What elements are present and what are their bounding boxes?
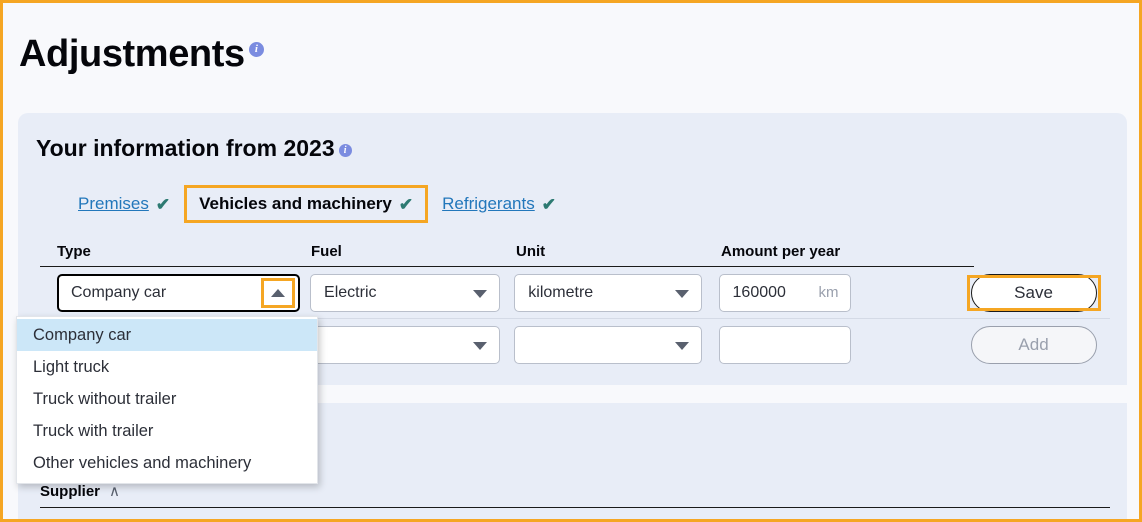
page-header: Adjustments i [3, 3, 1139, 111]
unit-select-value: kilometre [528, 283, 594, 301]
chevron-up-icon[interactable] [261, 277, 295, 308]
unit-select-new[interactable] [514, 325, 703, 364]
app-viewport: Adjustments i Your information from 2023 i… [0, 0, 1142, 522]
cell-action: Save [966, 273, 1110, 312]
save-button[interactable]: Save [970, 273, 1097, 312]
supplier-label: Supplier [40, 483, 101, 500]
unit-select[interactable]: kilometre [514, 273, 703, 312]
amount-input-value: 160000 [732, 283, 786, 301]
check-icon: ✔ [398, 194, 414, 214]
dropdown-option-light-truck[interactable]: Light truck [17, 351, 317, 383]
supplier-collapse-toggle[interactable]: Supplier ∧ [40, 483, 120, 500]
dropdown-option-truck-with-trailer[interactable]: Truck with trailer [17, 415, 317, 447]
save-button-wrapper: Save [966, 273, 1101, 312]
fuel-select-value: Electric [324, 283, 377, 301]
supplier-divider [40, 507, 1110, 508]
check-icon: ✔ [541, 194, 556, 214]
check-icon: ✔ [155, 194, 171, 214]
info-icon[interactable]: i [248, 42, 264, 58]
type-select-value: Company car [71, 283, 167, 301]
chevron-down-icon [675, 289, 690, 298]
column-header-fuel: Fuel [311, 243, 342, 260]
cell-amount [714, 325, 971, 364]
fuel-select[interactable]: Electric [310, 273, 501, 312]
tab-vehicles-and-machinery[interactable]: Vehicles and machinery ✔ [184, 185, 429, 223]
table-column-headers: Type Fuel Unit Amount per year [40, 243, 974, 267]
cell-fuel [305, 325, 508, 364]
tab-vehicles-and-machinery-label: Vehicles and machinery [199, 194, 392, 213]
cell-amount: 160000 km [714, 273, 971, 312]
cell-unit: kilometre [508, 273, 713, 312]
column-header-unit: Unit [516, 243, 546, 260]
cell-fuel: Electric [305, 273, 508, 312]
page-title: Adjustments i [19, 33, 264, 76]
column-header-amount: Amount per year [721, 243, 841, 260]
add-button[interactable]: Add [970, 325, 1097, 364]
table-row: Company car Electric kilometre 160000 km… [40, 267, 1110, 319]
dropdown-option-other-vehicles-and-machinery[interactable]: Other vehicles and machinery [17, 447, 317, 479]
chevron-down-icon [675, 341, 690, 350]
dropdown-option-company-car[interactable]: Company car [17, 319, 317, 351]
tab-refrigerants[interactable]: Refrigerants ✔ [442, 192, 556, 216]
type-select[interactable]: Company car [57, 273, 300, 312]
card-title-text: Your information from 2023 [36, 135, 335, 161]
cell-action: Add [970, 325, 1110, 364]
amount-input[interactable]: 160000 km [718, 273, 851, 312]
chevron-down-icon [473, 289, 488, 298]
type-dropdown-list: Company car Light truck Truck without tr… [16, 316, 318, 484]
fuel-select-new[interactable] [310, 325, 501, 364]
card-title: Your information from 2023 i [36, 135, 352, 162]
cell-type: Company car [40, 273, 305, 312]
amount-unit-label: km [818, 284, 839, 301]
tab-premises-label: Premises [78, 194, 149, 213]
amount-input-new[interactable] [718, 325, 851, 364]
arrow-up-glyph [271, 288, 285, 297]
info-icon[interactable]: i [338, 144, 352, 157]
chevron-down-icon [473, 341, 488, 350]
chevron-up-icon: ∧ [109, 483, 120, 500]
page-title-text: Adjustments [19, 33, 245, 75]
tab-premises[interactable]: Premises ✔ [78, 192, 170, 216]
tab-refrigerants-label: Refrigerants [442, 194, 535, 213]
column-header-type: Type [57, 243, 91, 260]
cell-unit [508, 325, 713, 364]
dropdown-option-truck-without-trailer[interactable]: Truck without trailer [17, 383, 317, 415]
category-tabs: Premises ✔ Vehicles and machinery ✔ Refr… [78, 185, 556, 223]
